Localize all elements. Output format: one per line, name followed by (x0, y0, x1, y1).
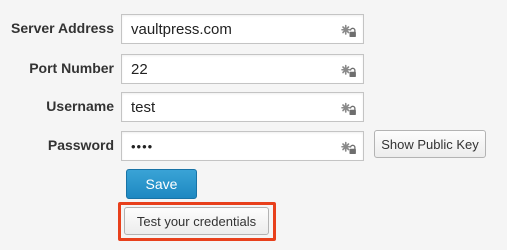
port-number-input[interactable] (122, 55, 337, 83)
port-number-field[interactable] (121, 54, 364, 84)
username-label: Username (46, 98, 114, 114)
password-label: Password (47, 137, 114, 153)
test-credentials-button[interactable]: Test your credentials (124, 207, 269, 235)
username-field[interactable] (121, 92, 364, 122)
password-input[interactable] (122, 132, 337, 160)
server-address-input[interactable] (122, 15, 337, 43)
key-lock-icon[interactable] (340, 22, 358, 38)
port-number-label: Port Number (29, 60, 114, 76)
server-address-field[interactable] (121, 14, 364, 44)
password-field[interactable] (121, 131, 364, 161)
key-lock-icon[interactable] (340, 100, 358, 116)
show-public-key-button[interactable]: Show Public Key (374, 130, 486, 158)
key-lock-icon[interactable] (340, 62, 358, 78)
username-input[interactable] (122, 93, 337, 121)
save-button[interactable]: Save (126, 169, 197, 199)
server-address-label: Server Address (11, 20, 114, 36)
key-lock-icon[interactable] (340, 139, 358, 155)
